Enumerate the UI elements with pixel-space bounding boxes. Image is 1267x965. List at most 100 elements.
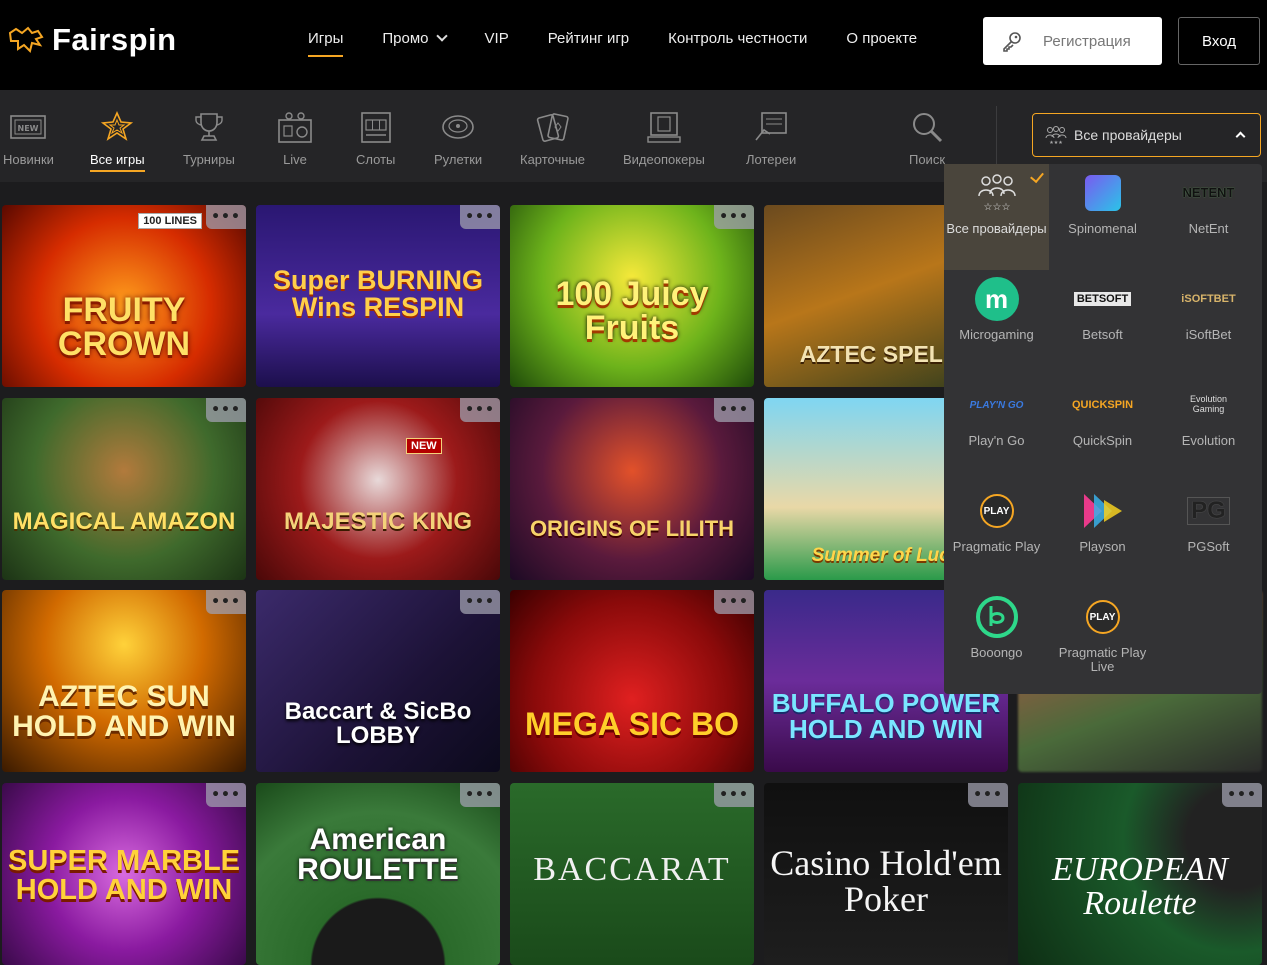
more-options-button[interactable]: ••• <box>714 590 754 614</box>
category-label: Слоты <box>356 152 396 167</box>
game-tile[interactable]: 100 Juicy Fruits ••• <box>510 205 754 387</box>
nav-about[interactable]: О проекте <box>846 30 917 47</box>
category-live[interactable]: Live <box>276 110 314 167</box>
game-tile[interactable]: American ROULETTE ••• <box>256 783 500 965</box>
category-roulette[interactable]: Рулетки <box>434 110 482 167</box>
provider-all[interactable]: ☆☆☆ Все провайдеры <box>944 164 1049 270</box>
game-tile[interactable]: SUPER MARBLE HOLD AND WIN ••• <box>2 783 246 965</box>
videopoker-icon <box>647 112 681 143</box>
provider-quickspin[interactable]: QUICKSPIN QuickSpin <box>1050 376 1155 482</box>
game-tile[interactable]: ORIGINS OF LILITH ••• <box>510 398 754 580</box>
register-button[interactable]: Регистрация <box>983 17 1162 65</box>
nav-rating[interactable]: Рейтинг игр <box>548 30 629 47</box>
category-label: Поиск <box>908 152 946 167</box>
category-tournaments[interactable]: Турниры <box>183 110 235 167</box>
provider-dropdown: ☆☆☆ Все провайдеры Spinomenal NETENT Net… <box>944 164 1262 694</box>
betsoft-logo: BETSOFT <box>1050 270 1155 328</box>
game-title: American ROULETTE <box>297 823 459 886</box>
all-providers-icon: ★★★ <box>1045 126 1067 145</box>
provider-evolution[interactable]: Evolution Gaming Evolution <box>1156 376 1261 482</box>
game-tile[interactable]: MAJESTIC KING NEW ••• <box>256 398 500 580</box>
login-button[interactable]: Вход <box>1178 17 1260 65</box>
pgsoft-logo-text: PG <box>1187 496 1230 526</box>
microgaming-logo: m <box>944 270 1049 328</box>
svg-text:★★★: ★★★ <box>1049 140 1063 145</box>
game-tile[interactable]: Super BURNING Wins RESPIN ••• <box>256 205 500 387</box>
provider-pgsoft[interactable]: PG PGSoft <box>1156 482 1261 588</box>
category-videopoker[interactable]: Видеопокеры <box>623 110 705 167</box>
provider-netent[interactable]: NETENT NetEnt <box>1156 164 1261 270</box>
provider-label: QuickSpin <box>1072 433 1133 448</box>
nav-about-label: О проекте <box>846 30 918 47</box>
pragmatic-live-logo-text: PLAY <box>1089 611 1116 623</box>
game-tile[interactable]: AZTEC SUN HOLD AND WIN ••• <box>2 590 246 772</box>
category-new[interactable]: NEW Новинки <box>3 110 54 167</box>
game-tile[interactable]: MAGICAL AMAZON ••• <box>2 398 246 580</box>
provider-pragmatic[interactable]: PLAY Pragmatic Play <box>944 482 1049 588</box>
game-title: MAGICAL AMAZON <box>12 508 236 535</box>
brand-logo[interactable]: Fairspin <box>8 22 177 58</box>
more-options-button[interactable]: ••• <box>1222 783 1262 807</box>
game-tile[interactable]: Casino Hold'em Poker ••• <box>764 783 1008 965</box>
provider-label: Все провайдеры <box>946 221 1047 236</box>
more-options-button[interactable]: ••• <box>206 590 246 614</box>
category-label: Новинки <box>3 152 54 167</box>
provider-playngo[interactable]: PLAY'N GO Play'n Go <box>944 376 1049 482</box>
nav-games[interactable]: Игры <box>308 30 344 57</box>
more-options-button[interactable]: ••• <box>460 783 500 807</box>
brand-name: Fairspin <box>52 22 177 57</box>
lines-badge: 100 LINES <box>138 213 202 229</box>
provider-label: Pragmatic Play Live <box>1058 645 1147 675</box>
cards-icon <box>536 113 569 143</box>
game-tile[interactable]: FRUITY CROWN 100 LINES ••• <box>2 205 246 387</box>
provider-isoftbet[interactable]: iSOFTBET iSoftBet <box>1156 270 1261 376</box>
provider-microgaming[interactable]: m Microgaming <box>944 270 1049 376</box>
pgsoft-logo: PG <box>1156 482 1261 540</box>
chevron-down-icon <box>435 30 448 42</box>
pragmatic-live-logo: PLAY <box>1050 588 1155 646</box>
provider-playson[interactable]: Playson <box>1050 482 1155 588</box>
more-options-button[interactable]: ••• <box>714 398 754 422</box>
more-options-button[interactable]: ••• <box>968 783 1008 807</box>
game-title: Super BURNING Wins RESPIN <box>272 265 483 322</box>
nav-promo[interactable]: Промо <box>382 30 448 47</box>
category-all-games[interactable]: Все игры <box>90 110 145 172</box>
trophy-icon <box>195 113 223 141</box>
more-options-button[interactable]: ••• <box>714 783 754 807</box>
game-tile[interactable]: Baccart & SicBo LOBBY ••• <box>256 590 500 772</box>
category-search[interactable]: Поиск <box>908 110 946 167</box>
nav-vip[interactable]: VIP <box>485 30 509 47</box>
register-label: Регистрация <box>1043 32 1131 50</box>
more-options-button[interactable]: ••• <box>460 590 500 614</box>
provider-label: Playson <box>1079 539 1126 554</box>
provider-select[interactable]: ★★★ Все провайдеры <box>1032 113 1261 157</box>
provider-spinomenal[interactable]: Spinomenal <box>1050 164 1155 270</box>
more-options-button[interactable]: ••• <box>714 205 754 229</box>
provider-label: NetEnt <box>1188 221 1229 236</box>
game-tile[interactable]: EUROPEAN Roulette ••• <box>1018 783 1262 965</box>
category-cards[interactable]: Карточные <box>520 110 585 167</box>
provider-label: Evolution <box>1181 433 1236 448</box>
more-options-button[interactable]: ••• <box>206 398 246 422</box>
more-options-button[interactable]: ••• <box>460 398 500 422</box>
game-tile[interactable]: BACCARAT ••• <box>510 783 754 965</box>
provider-booongo[interactable]: Booongo <box>944 588 1049 694</box>
game-title: SUPER MARBLE HOLD AND WIN <box>8 845 241 906</box>
category-label: Live <box>283 152 307 167</box>
provider-betsoft[interactable]: BETSOFT Betsoft <box>1050 270 1155 376</box>
provider-select-label: Все провайдеры <box>1074 127 1182 143</box>
more-options-button[interactable]: ••• <box>206 783 246 807</box>
login-label: Вход <box>1202 32 1236 50</box>
provider-pragmatic-live[interactable]: PLAY Pragmatic Play Live <box>1050 588 1155 694</box>
nav-fairness[interactable]: Контроль честности <box>668 30 807 47</box>
isoftbet-logo-text: iSOFTBET <box>1181 292 1236 305</box>
category-lottery[interactable]: Лотереи <box>746 110 796 167</box>
game-tile[interactable]: MEGA SIC BO ••• <box>510 590 754 772</box>
more-options-button[interactable]: ••• <box>460 205 500 229</box>
game-title: 100 Juicy Fruits <box>555 275 709 347</box>
category-label: Турниры <box>183 152 235 167</box>
more-options-button[interactable]: ••• <box>206 205 246 229</box>
quickspin-logo: QUICKSPIN <box>1050 376 1155 434</box>
svg-text:☆☆☆: ☆☆☆ <box>983 202 1010 213</box>
category-slots[interactable]: Слоты <box>356 110 395 167</box>
